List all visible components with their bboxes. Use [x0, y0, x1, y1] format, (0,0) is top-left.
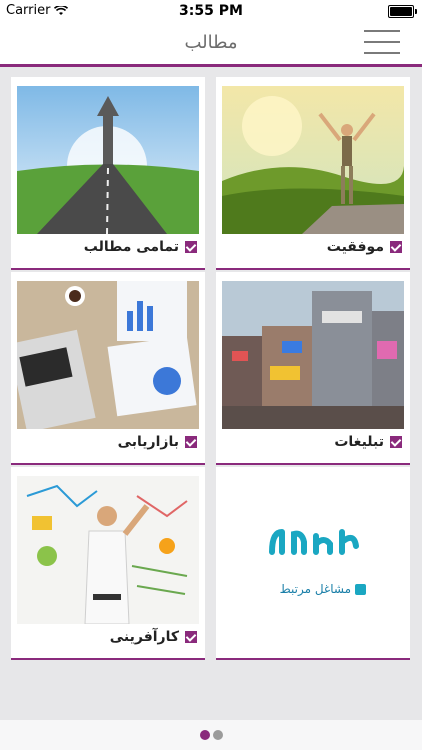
- card-label-text: بازاریابی: [117, 434, 179, 450]
- success-photo: [222, 86, 404, 234]
- page-dot-2[interactable]: [212, 730, 223, 740]
- whiteboard-photo: [17, 476, 199, 624]
- footer: [0, 720, 422, 750]
- related-jobs-caption: مشاغل مرتبط: [280, 582, 366, 596]
- category-card-related-jobs[interactable]: مشاغل مرتبط: [216, 467, 410, 660]
- page-title: مطالب: [184, 32, 238, 53]
- status-bar: Carrier 3:55 PM: [0, 0, 422, 22]
- badge-icon: [355, 583, 366, 595]
- checkbox-icon: [390, 436, 402, 448]
- card-label: تبلیغات: [334, 434, 402, 450]
- brand-logo-icon: [268, 522, 360, 564]
- card-label-text: تمامی مطالب: [83, 239, 179, 255]
- page-indicator: [0, 730, 422, 740]
- clock: 3:55 PM: [179, 3, 243, 19]
- checkbox-icon: [185, 631, 197, 643]
- marketing-desk-photo: [17, 281, 199, 429]
- road-arrow-photo: [17, 86, 199, 234]
- card-label-text: کارآفرینی: [109, 629, 179, 645]
- category-card-advertising[interactable]: تبلیغات: [216, 272, 410, 465]
- related-jobs-logo: مشاغل مرتبط: [216, 467, 410, 658]
- card-label-text: موفقیت: [326, 239, 384, 255]
- card-label-text: تبلیغات: [334, 434, 384, 450]
- category-card-all-articles[interactable]: تمامی مطالب: [11, 77, 205, 270]
- page-dot-1[interactable]: [199, 730, 210, 740]
- card-label: موفقیت: [327, 239, 402, 255]
- city-billboards-photo: [222, 281, 404, 429]
- navigation-bar: مطالب: [0, 22, 422, 67]
- category-card-entrepreneurship[interactable]: کارآفرینی: [11, 467, 205, 660]
- card-label: تمامی مطالب: [84, 239, 197, 255]
- checkbox-icon: [185, 436, 197, 448]
- card-label-text: مشاغل مرتبط: [279, 582, 351, 596]
- category-card-marketing[interactable]: بازاریابی: [11, 272, 205, 465]
- category-card-success[interactable]: موفقیت: [216, 77, 410, 270]
- card-label: بازاریابی: [118, 434, 197, 450]
- card-label: کارآفرینی: [110, 629, 197, 645]
- checkbox-icon: [390, 241, 402, 253]
- hamburger-menu-button[interactable]: [364, 28, 400, 56]
- battery-icon: [388, 5, 417, 18]
- checkbox-icon: [185, 241, 197, 253]
